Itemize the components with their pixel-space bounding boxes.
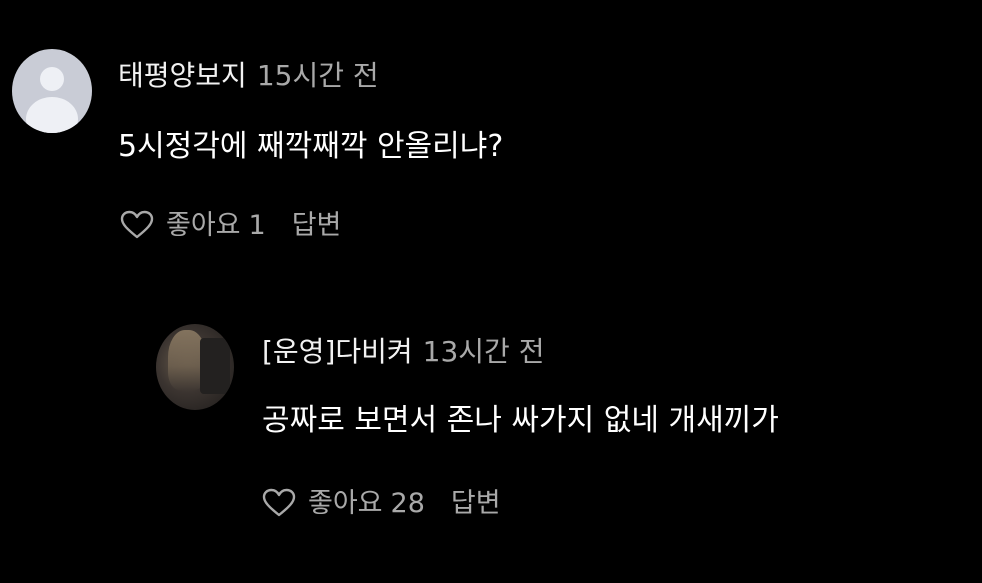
reply-item: [운영]다비켜 13시간 전 공짜로 보면서 존나 싸가지 없네 개새끼가 좋아요… xyxy=(0,300,982,560)
username[interactable]: 태평양보지 xyxy=(118,59,247,92)
comment-meta: 태평양보지 15시간 전 xyxy=(118,62,379,90)
comment-text: 5시정각에 째깍째깍 안올리냐? xyxy=(118,129,504,164)
comment-item: 태평양보지 15시간 전 5시정각에 째깍째깍 안올리냐? 좋아요 1 답변 xyxy=(0,0,982,260)
comment-actions: 좋아요 1 답변 xyxy=(120,210,341,240)
like-button[interactable]: 좋아요 xyxy=(308,490,383,517)
reply-button[interactable]: 답변 xyxy=(292,212,342,239)
like-count: 1 xyxy=(248,209,266,241)
avatar[interactable] xyxy=(12,49,92,133)
avatar[interactable] xyxy=(156,324,234,410)
reply-actions: 좋아요 28 답변 xyxy=(262,488,501,518)
heart-outline-icon[interactable] xyxy=(120,210,154,240)
reply-meta: [운영]다비켜 13시간 전 xyxy=(262,338,544,366)
like-button[interactable]: 좋아요 xyxy=(166,212,241,239)
reply-text: 공짜로 보면서 존나 싸가지 없네 개새끼가 xyxy=(262,403,779,438)
reply-button[interactable]: 답변 xyxy=(451,490,501,517)
like-count: 28 xyxy=(390,487,425,519)
username[interactable]: [운영]다비켜 xyxy=(262,335,413,368)
timestamp: 15시간 전 xyxy=(256,59,379,92)
timestamp: 13시간 전 xyxy=(422,335,545,368)
avatar-body xyxy=(26,97,78,133)
avatar-photo-shadow xyxy=(200,338,230,394)
heart-outline-icon[interactable] xyxy=(262,488,296,518)
avatar-head xyxy=(40,67,64,91)
